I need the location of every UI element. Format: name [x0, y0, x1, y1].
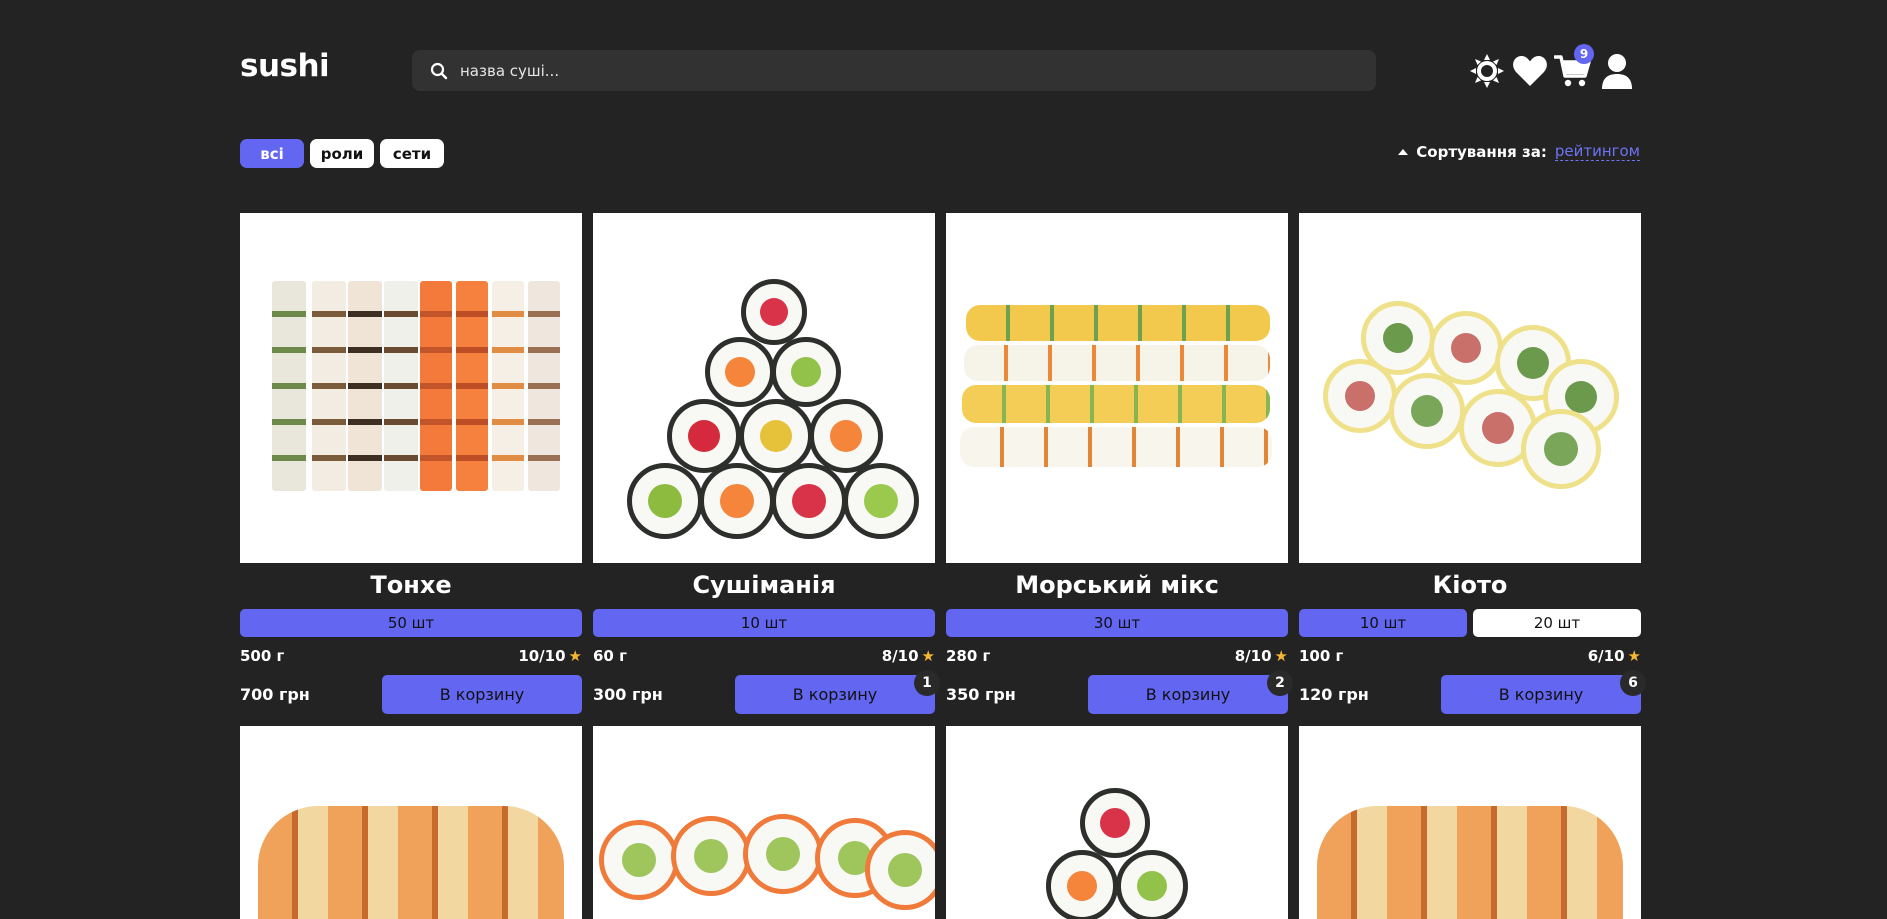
- product-card: [240, 726, 582, 919]
- search-input[interactable]: назва суші...: [460, 62, 559, 80]
- cart-icon[interactable]: 9: [1554, 44, 1594, 90]
- product-image[interactable]: [1299, 213, 1641, 563]
- category-filters: всі роли сети: [240, 139, 444, 168]
- product-card: Морський мікс 30 шт 280 г 8/10 ★ 350 грн …: [946, 213, 1293, 714]
- theme-toggle-sun-icon[interactable]: [1468, 52, 1506, 90]
- filter-all[interactable]: всі: [240, 139, 304, 168]
- add-to-cart-button[interactable]: В корзину 1: [735, 670, 940, 714]
- search-icon: [428, 60, 450, 82]
- sort-arrow-up-icon: [1398, 148, 1409, 155]
- product-weight: 500 г: [240, 647, 285, 665]
- add-to-cart-label: В корзину: [1498, 685, 1584, 704]
- add-to-cart-label: В корзину: [439, 685, 525, 704]
- star-icon: ★: [568, 647, 582, 665]
- rating-value: 10/10: [518, 647, 566, 665]
- size-options: 10 шт: [593, 609, 935, 637]
- product-image[interactable]: [240, 726, 582, 919]
- product-card: Кіото 10 шт 20 шт 100 г 6/10 ★ 120 грн В …: [1299, 213, 1646, 714]
- cart-quantity-badge: 6: [1620, 670, 1646, 696]
- add-to-cart-button[interactable]: В корзину 6: [1441, 670, 1646, 714]
- cart-quantity-badge: 1: [914, 670, 940, 696]
- product-image[interactable]: [946, 213, 1288, 563]
- product-weight: 60 г: [593, 647, 627, 665]
- add-to-cart-label: В корзину: [1145, 685, 1231, 704]
- favorites-heart-icon[interactable]: [1511, 52, 1549, 90]
- size-option[interactable]: 50 шт: [240, 609, 582, 637]
- product-rating: 10/10 ★: [518, 647, 582, 665]
- product-image[interactable]: [593, 726, 935, 919]
- product-image[interactable]: [240, 213, 582, 563]
- cart-count-badge: 9: [1574, 44, 1594, 64]
- product-image[interactable]: [593, 213, 935, 563]
- sort-control[interactable]: Сортування за: рейтингом: [1398, 142, 1640, 161]
- product-name: Тонхе: [370, 571, 452, 599]
- product-card: [593, 726, 935, 919]
- star-icon: ★: [1274, 647, 1288, 665]
- product-card: Тонхе 50 шт 500 г 10/10 ★ 700 грн В корзи…: [240, 213, 582, 714]
- product-price: 700 грн: [240, 685, 310, 704]
- size-options: 10 шт 20 шт: [1299, 609, 1641, 637]
- star-icon: ★: [921, 647, 935, 665]
- product-price: 120 грн: [1299, 685, 1369, 704]
- product-name: Сушіманія: [692, 571, 836, 599]
- product-rating: 6/10 ★: [1588, 647, 1641, 665]
- product-price: 300 грн: [593, 685, 663, 704]
- size-options: 50 шт: [240, 609, 582, 637]
- user-profile-icon[interactable]: [1598, 52, 1636, 90]
- size-options: 30 шт: [946, 609, 1288, 637]
- filter-rolls[interactable]: роли: [310, 139, 374, 168]
- product-weight: 100 г: [1299, 647, 1344, 665]
- product-card: [946, 726, 1288, 919]
- product-price: 350 грн: [946, 685, 1016, 704]
- product-rating: 8/10 ★: [882, 647, 935, 665]
- filter-sets[interactable]: сети: [380, 139, 444, 168]
- product-name: Морський мікс: [1015, 571, 1219, 599]
- product-card: [1299, 726, 1641, 919]
- product-name: Кіото: [1432, 571, 1508, 599]
- site-logo[interactable]: sushi: [240, 48, 330, 84]
- size-option[interactable]: 10 шт: [593, 609, 935, 637]
- product-image[interactable]: [1299, 726, 1641, 919]
- star-icon: ★: [1627, 647, 1641, 665]
- sort-label: Сортування за:: [1416, 142, 1547, 161]
- add-to-cart-button[interactable]: В корзину: [382, 675, 582, 714]
- size-option[interactable]: 20 шт: [1473, 609, 1641, 637]
- add-to-cart-button[interactable]: В корзину 2: [1088, 670, 1293, 714]
- rating-value: 8/10: [881, 647, 919, 665]
- rating-value: 6/10: [1587, 647, 1625, 665]
- size-option[interactable]: 30 шт: [946, 609, 1288, 637]
- search-bar[interactable]: назва суші...: [412, 50, 1376, 91]
- cart-quantity-badge: 2: [1267, 670, 1293, 696]
- product-image[interactable]: [946, 726, 1288, 919]
- product-card: Сушіманія 10 шт 60 г 8/10 ★ 300 грн В кор…: [593, 213, 940, 714]
- product-rating: 8/10 ★: [1235, 647, 1288, 665]
- rating-value: 8/10: [1234, 647, 1272, 665]
- product-weight: 280 г: [946, 647, 991, 665]
- size-option[interactable]: 10 шт: [1299, 609, 1467, 637]
- add-to-cart-label: В корзину: [792, 685, 878, 704]
- sort-value-link[interactable]: рейтингом: [1554, 142, 1640, 161]
